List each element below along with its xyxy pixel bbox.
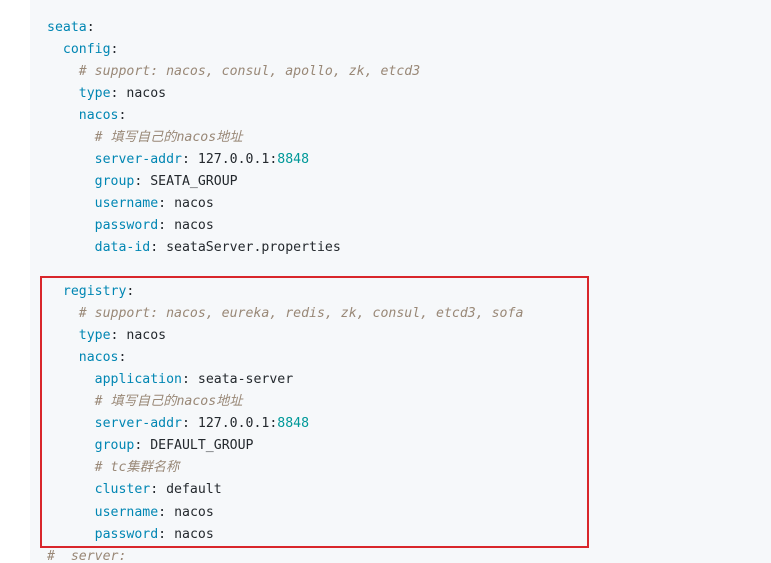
yaml-key: registry: [62, 284, 127, 299]
yaml-value: DEFAULT_GROUP: [150, 438, 254, 453]
yaml-value: nacos: [126, 86, 167, 101]
yaml-value: nacos: [174, 196, 214, 211]
code-line-application: application: seata-server: [94, 372, 294, 387]
code-line-config: config:: [62, 42, 119, 57]
code-line-username: username: nacos: [94, 505, 214, 520]
yaml-key: application: [94, 372, 182, 387]
yaml-value: seataServer.properties: [166, 240, 341, 255]
yaml-key: password: [94, 527, 159, 542]
yaml-key: config: [62, 42, 111, 57]
code-line-comment: # 填写自己的nacos地址: [47, 127, 243, 149]
yaml-key: nacos: [78, 350, 119, 365]
code-line-password: password: nacos: [94, 527, 214, 542]
code-line-registry: registry:: [62, 284, 135, 299]
yaml-value: 127.0.0.1:: [197, 416, 278, 431]
yaml-value: 127.0.0.1:: [197, 152, 278, 167]
yaml-comment: # support: nacos, consul, apollo, zk, et…: [78, 64, 421, 79]
yaml-key: group: [94, 174, 135, 189]
yaml-comment: # 填写自己的nacos地址: [94, 130, 243, 145]
code-line-type: type: nacos: [78, 328, 167, 343]
code-line-comment: # support: nacos, consul, apollo, zk, et…: [47, 61, 420, 83]
yaml-value: nacos: [126, 328, 167, 343]
yaml-key: seata: [47, 20, 87, 35]
yaml-comment: # server:: [47, 549, 127, 563]
yaml-number: 8848: [277, 152, 310, 167]
code-line-group: group: SEATA_GROUP: [94, 174, 238, 189]
yaml-comment: # tc集群名称: [94, 460, 180, 475]
code-line-comment: # support: nacos, eureka, redis, zk, con…: [47, 303, 524, 325]
code-line-nacos: nacos:: [78, 350, 127, 365]
yaml-value: nacos: [174, 505, 214, 520]
yaml-key: password: [94, 218, 159, 233]
yaml-comment: # 填写自己的nacos地址: [94, 394, 243, 409]
code-line-server-addr: server-addr: 127.0.0.1:8848: [94, 416, 310, 431]
yaml-key: server-addr: [94, 416, 182, 431]
code-line-server-comment: # server:: [47, 546, 126, 563]
yaml-key: nacos: [78, 108, 119, 123]
code-line-server-addr: server-addr: 127.0.0.1:8848: [94, 152, 310, 167]
yaml-key: group: [94, 438, 135, 453]
code-line-username: username: nacos: [94, 196, 214, 211]
yaml-key: server-addr: [94, 152, 182, 167]
code-line-comment: # tc集群名称: [47, 457, 180, 479]
yaml-value: default: [166, 482, 222, 497]
code-line-password: password: nacos: [94, 218, 214, 233]
yaml-value: nacos: [174, 527, 214, 542]
code-line-type: type: nacos: [78, 86, 167, 101]
yaml-key: username: [94, 505, 159, 520]
code-line-cluster: cluster: default: [94, 482, 222, 497]
yaml-value: nacos: [174, 218, 214, 233]
code-line-comment: # 填写自己的nacos地址: [47, 391, 243, 413]
yaml-value: seata-server: [197, 372, 294, 387]
yaml-key: username: [94, 196, 159, 211]
code-line-data-id: data-id: seataServer.properties: [94, 240, 341, 255]
yaml-key: type: [78, 86, 111, 101]
code-line-group: group: DEFAULT_GROUP: [94, 438, 254, 453]
yaml-value: SEATA_GROUP: [150, 174, 238, 189]
yaml-comment: # support: nacos, eureka, redis, zk, con…: [78, 306, 524, 321]
yaml-key: type: [78, 328, 111, 343]
yaml-number: 8848: [277, 416, 310, 431]
code-block: seata: config: # support: nacos, consul,…: [30, 0, 771, 563]
yaml-key: cluster: [94, 482, 151, 497]
code-line-nacos: nacos:: [78, 108, 127, 123]
code-line-seata: seata:: [47, 20, 95, 35]
yaml-key: data-id: [94, 240, 151, 255]
